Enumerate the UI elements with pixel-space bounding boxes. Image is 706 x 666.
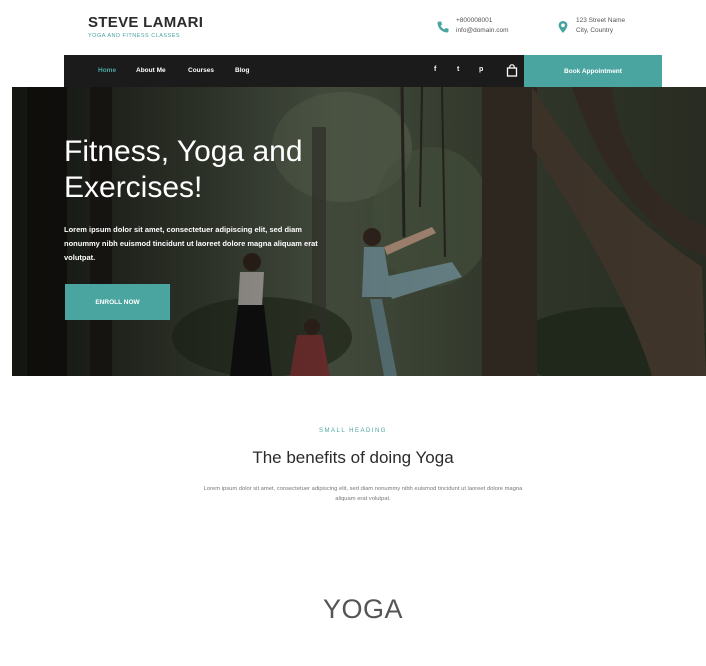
phone-number[interactable]: +800008001 bbox=[456, 16, 508, 26]
hero-description: Lorem ipsum dolor sit amet, consectetuer… bbox=[64, 225, 318, 262]
benefits-description: Lorem ipsum dolor sit amet, consectetuer… bbox=[203, 486, 523, 502]
address-city: City, Country bbox=[576, 27, 614, 34]
twitter-icon[interactable]: t bbox=[457, 66, 459, 73]
pinterest-icon[interactable]: p bbox=[479, 66, 483, 73]
benefits-title: The benefits of doing Yoga bbox=[252, 448, 454, 467]
top-header: STEVE LAMARI YOGA AND FITNESS CLASSES +8… bbox=[0, 0, 706, 56]
nav-item-home[interactable]: Home bbox=[98, 67, 116, 74]
brand-name: STEVE LAMARI bbox=[88, 14, 204, 31]
small-heading: SMALL HEADING bbox=[319, 428, 387, 434]
contact-phone: +800008001 info@domain.com bbox=[436, 16, 508, 36]
hero-title: Fitness, Yoga and Exercises! bbox=[64, 135, 303, 204]
cart-icon[interactable] bbox=[506, 64, 518, 77]
nav-item-about-me[interactable]: About Me bbox=[136, 67, 166, 74]
yoga-heading: YOGA bbox=[322, 594, 404, 624]
brand-logo[interactable]: STEVE LAMARI YOGA AND FITNESS CLASSES bbox=[88, 14, 203, 39]
contact-address: 123 Street Name City, Country bbox=[556, 16, 625, 36]
nav-item-courses[interactable]: Courses bbox=[188, 67, 214, 74]
main-navigation: Home About Me Courses Blog f t p Book Ap… bbox=[64, 55, 662, 87]
nav-item-blog[interactable]: Blog bbox=[235, 67, 249, 74]
book-appointment-button[interactable]: Book Appointment bbox=[524, 55, 662, 87]
address-street: 123 Street Name bbox=[576, 17, 626, 24]
brand-tagline: YOGA AND FITNESS CLASSES bbox=[88, 33, 181, 39]
facebook-icon[interactable]: f bbox=[434, 66, 436, 73]
phone-icon bbox=[437, 21, 449, 33]
hero-section: Fitness, Yoga and Exercises! Lorem ipsum… bbox=[12, 87, 706, 376]
location-pin-icon bbox=[558, 21, 568, 33]
enroll-now-button[interactable]: ENROLL NOW bbox=[65, 284, 170, 320]
email-address[interactable]: info@domain.com bbox=[456, 26, 508, 36]
